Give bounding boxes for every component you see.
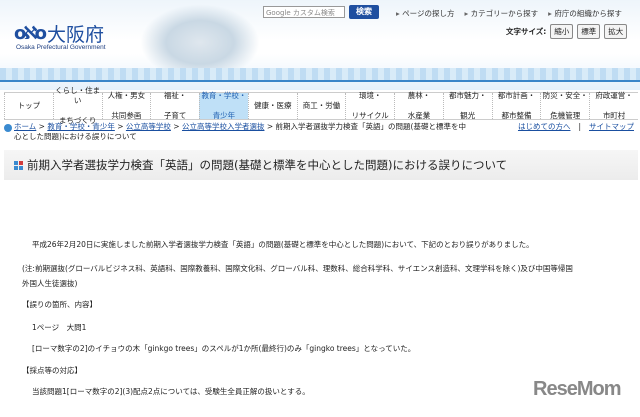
skyline-banner [0, 68, 640, 82]
crumb-education[interactable]: 教育・学校・青少年 [47, 122, 115, 131]
nav-item-label: 危機管理 [550, 111, 581, 120]
nav-item-label: 水産業 [407, 111, 431, 120]
nav-item[interactable]: 都市魅力・ 観光 [442, 91, 492, 120]
font-smaller-button[interactable]: 縮小 [550, 24, 574, 39]
note-line-1: (注:前期選抜(グローバルビジネス科、英語科、国際教養科、国際文化科、グローバル… [22, 264, 573, 273]
note-line-2: 外国人生徒選抜) [22, 279, 78, 288]
resemom-watermark: ReseMom [533, 378, 621, 400]
error-detail: [ローマ数字の2]のイチョウの木「ginkgo trees」のスペルが1か所(最… [32, 344, 416, 353]
font-larger-button[interactable]: 拡大 [604, 24, 628, 39]
nav-item-label: 人権・男女 [107, 91, 146, 100]
nav-item-label: 青少年 [212, 111, 236, 120]
error-location: 1ページ 大問1 [32, 323, 87, 332]
nav-item-label: 市町村 [602, 111, 626, 120]
crumb-current-cont: 心とした問題)における誤りについて [14, 132, 137, 141]
search-input[interactable]: Google カスタム検索 [263, 6, 345, 18]
crumb-sep: > [264, 122, 276, 131]
font-size-label: 文字サイズ: [506, 27, 547, 36]
nav-item[interactable]: 人権・男女 共同参画 [101, 91, 151, 120]
link-by-organization[interactable]: 府庁の組織から探す [548, 8, 622, 19]
divider: | [578, 122, 581, 131]
nav-item[interactable]: 府政運営・ 市町村 [589, 91, 638, 120]
site-header: oℵo 大阪府 Osaka Prefectural Government Goog… [0, 0, 640, 90]
nav-item[interactable]: 都市計画・ 都市整備 [491, 91, 541, 120]
page-title-bar: 前期入学者選抜学力検査「英語」の問題(基礎と標準を中心とした問題)における誤りに… [4, 150, 638, 180]
nav-item[interactable]: くらし・住まい まちづくり [52, 86, 102, 125]
section-heading-error: 【誤りの箇所、内容】 [22, 300, 97, 309]
site-logo[interactable]: oℵo 大阪府 [14, 20, 104, 47]
nav-item-label: 農林・ [407, 91, 431, 100]
nav-item-label: 子育て [163, 111, 187, 120]
logo-english: Osaka Prefectural Government [16, 44, 106, 51]
page-title: 前期入学者選抜学力検査「英語」の問題(基礎と標準を中心とした問題)における誤りに… [27, 158, 508, 172]
link-how-to-find[interactable]: ページの探し方 [396, 8, 454, 19]
nav-item-label: 健康・医療 [253, 101, 292, 110]
font-standard-button[interactable]: 標準 [577, 24, 601, 39]
breadcrumb-icon [4, 124, 12, 132]
nav-item-label: 都市魅力・ [449, 91, 487, 100]
nav-item-label: リサイクル [351, 111, 389, 120]
crumb-sep: > [114, 122, 126, 131]
crumb-home[interactable]: ホーム [14, 122, 36, 131]
nav-item-label: くらし・住まい [55, 86, 101, 105]
title-icon [14, 160, 23, 170]
nav-item[interactable]: 環境・ リサイクル [345, 91, 394, 120]
nav-item-label: 観光 [460, 111, 476, 120]
logo-mark-icon: oℵo [14, 23, 47, 44]
nav-item-label: 都市計画・ [497, 91, 536, 100]
crumb-admission[interactable]: 公立高等学校入学者選抜 [182, 122, 265, 131]
nav-item-label: トップ [17, 101, 41, 110]
breadcrumb: ホーム > 教育・学校・青少年 > 公立高等学校 > 公立高等学校入学者選抜 >… [4, 122, 638, 142]
nav-item-label: 福祉・ [163, 91, 187, 100]
crumb-sep: > [36, 122, 48, 131]
nav-item-label: 都市整備 [501, 111, 532, 120]
nav-item[interactable]: 農林・ 水産業 [394, 91, 443, 120]
nav-item[interactable]: 健康・医療 [247, 93, 297, 119]
response-text: 当該問題1[ローマ数字の2](3)配点2点については、受験生全員正解の扱いとする… [32, 387, 310, 396]
crumb-current: 前期入学者選抜学力検査「英語」の問題(基礎と標準を中 [275, 122, 466, 131]
nav-item-label: 商工・労働 [302, 101, 341, 110]
logo-name: 大阪府 [47, 24, 105, 46]
intro-paragraph: 平成26年2月20日に実施しました前期入学者選抜学力検査「英語」の問題(基礎と標… [32, 240, 534, 249]
nav-item[interactable]: 商工・労働 [296, 93, 346, 119]
nav-item-label: 環境・ [358, 91, 382, 100]
section-heading-response: 【採点等の対応】 [22, 366, 82, 375]
search-button[interactable]: 検索 [349, 5, 379, 19]
first-visit-link[interactable]: はじめての方へ [518, 122, 571, 132]
nav-item[interactable]: 福祉・ 子育て [150, 91, 199, 120]
nav-item[interactable]: 防災・安全・ 危機管理 [540, 91, 589, 120]
main-nav: トップ くらし・住まい まちづくり 人権・男女 共同参画 福祉・ 子育て 教育・学校・ 青少年健… [4, 86, 638, 125]
nav-item-label: 教育・学校・ [201, 91, 247, 100]
crumb-public-high-school[interactable]: 公立高等学校 [126, 122, 171, 131]
link-by-category[interactable]: カテゴリーから探す [465, 8, 539, 19]
nav-item[interactable]: トップ [4, 93, 53, 119]
sitemap-link[interactable]: サイトマップ [589, 122, 634, 132]
nav-item-label: 共同参画 [111, 111, 142, 120]
nav-item-label: 防災・安全・ [542, 91, 588, 100]
nav-item[interactable]: 教育・学校・ 青少年 [199, 91, 248, 120]
crumb-sep: > [170, 122, 182, 131]
osaka-castle-image [140, 4, 260, 68]
nav-item-label: 府政運営・ [595, 91, 633, 100]
